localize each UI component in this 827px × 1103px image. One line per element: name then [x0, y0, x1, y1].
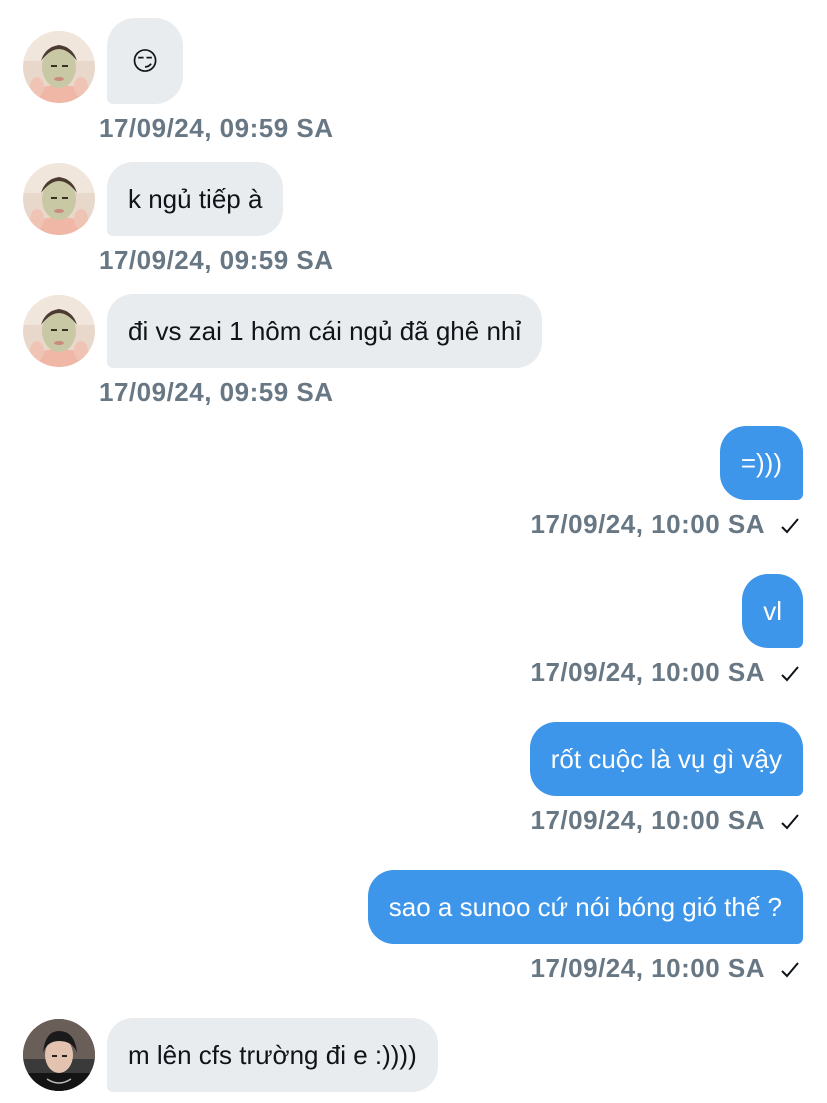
checkmark-icon: [781, 814, 799, 830]
message-timestamp: 17/09/24, 10:00 SA: [530, 805, 765, 835]
message-timestamp: 17/09/24, 09:59 SA: [99, 377, 334, 407]
contact-avatar[interactable]: [23, 295, 95, 367]
contact-avatar[interactable]: [23, 31, 95, 103]
message-timestamp: 17/09/24, 09:59 SA: [99, 113, 334, 143]
message-timestamp: 17/09/24, 10:00 SA: [530, 509, 765, 539]
message-bubble[interactable]: vl: [742, 574, 803, 648]
message-timestamp: 17/09/24, 09:59 SA: [99, 245, 334, 275]
contact-avatar[interactable]: [23, 1019, 95, 1091]
chat-thread[interactable]: 😏 17/09/24, 09:59 SA k ngủ tiếp à 17/09/…: [0, 0, 827, 1103]
message-bubble[interactable]: đi vs zai 1 hôm cái ngủ đã ghê nhỉ: [107, 294, 543, 368]
message-bubble[interactable]: =))): [719, 426, 803, 500]
message-bubble[interactable]: rốt cuộc là vụ gì vậy: [529, 722, 803, 796]
checkmark-icon: [781, 666, 799, 682]
message-bubble[interactable]: sao a sunoo cứ nói bóng gió thế ?: [367, 870, 803, 944]
message-timestamp: 17/09/24, 10:00 SA: [530, 657, 765, 687]
message-bubble[interactable]: m lên cfs trường đi e :)))): [107, 1018, 438, 1092]
checkmark-icon: [781, 518, 799, 534]
contact-avatar[interactable]: [23, 163, 95, 235]
message-bubble[interactable]: k ngủ tiếp à: [107, 162, 284, 236]
message-bubble[interactable]: 😏: [107, 18, 183, 104]
checkmark-icon: [781, 962, 799, 978]
message-timestamp: 17/09/24, 10:00 SA: [530, 953, 765, 983]
